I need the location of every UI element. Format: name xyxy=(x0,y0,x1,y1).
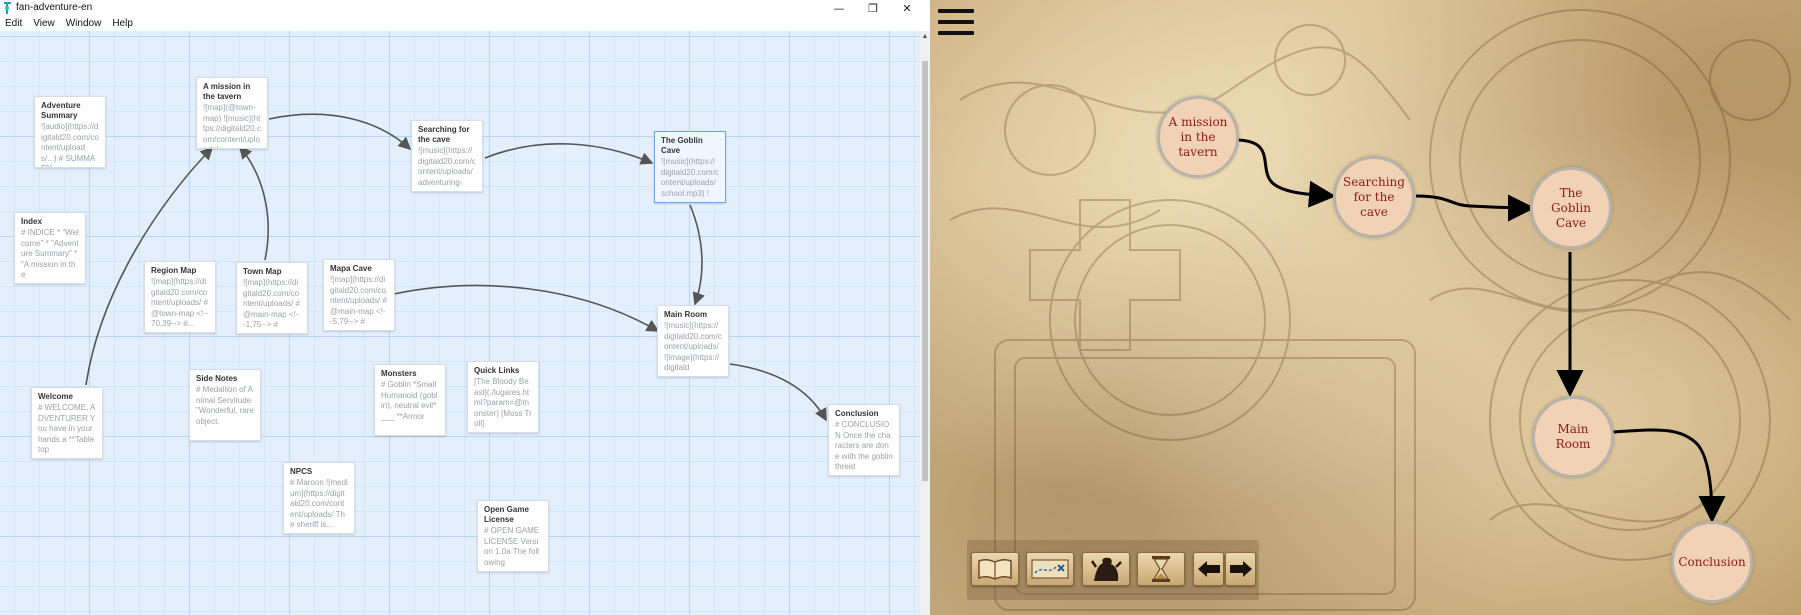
monster-button[interactable] xyxy=(1082,552,1130,586)
passage-card[interactable]: Monsters # Goblin *Small Humanoid (gobli… xyxy=(374,364,446,436)
scroll-thumb[interactable] xyxy=(922,61,928,481)
passage-excerpt: # INDICE * "Welcome" * "Adventure Summar… xyxy=(21,228,79,279)
scroll-up-icon[interactable]: ▲ xyxy=(920,31,930,43)
passage-card[interactable]: NPCS # Maroon ![medium](https://digitald… xyxy=(283,462,355,534)
passage-excerpt: ![map](https://digitald20.com/content/up… xyxy=(243,278,300,329)
passage-card[interactable]: Mapa Cave ![map](https://digitald20.com/… xyxy=(323,259,395,331)
passage-excerpt: ![music](https://digitald20.com/content/… xyxy=(664,321,722,372)
passage-card[interactable]: Region Map ![map](https://digitald20.com… xyxy=(144,261,216,333)
story-toolbar xyxy=(967,540,1259,600)
passage-card[interactable]: Town Map ![map](https://digitald20.com/c… xyxy=(236,262,308,334)
passage-title: A mission in the tavern xyxy=(203,82,251,101)
story-node-goblin-cave[interactable]: The Goblin Cave xyxy=(1530,167,1612,249)
passage-excerpt: ![map](@town-map) ![music](https://digit… xyxy=(203,103,261,148)
vertical-scrollbar[interactable]: ▲ xyxy=(920,31,930,615)
back-arrow-icon xyxy=(1197,561,1220,577)
story-editor-window: fan-adventure-en — ❐ ✕ Edit View Window … xyxy=(0,0,930,615)
passage-excerpt: ![map](https://digitald20.com/content/up… xyxy=(330,275,387,326)
story-node-tavern[interactable]: A mission in the tavern xyxy=(1157,96,1239,178)
book-button[interactable] xyxy=(971,552,1019,586)
passage-excerpt: ![music](https://digitald20.com/content/… xyxy=(661,157,719,198)
title-bar: fan-adventure-en — ❐ ✕ xyxy=(0,0,930,16)
app-logo-icon xyxy=(4,2,11,14)
monster-icon xyxy=(1090,557,1122,581)
passage-title: Town Map xyxy=(243,267,282,276)
passage-excerpt: # CONCLUSION Once the characters are don… xyxy=(835,420,893,471)
menu-bar: Edit View Window Help xyxy=(0,16,930,31)
passage-excerpt: ![map](https://digitald20.com/content/up… xyxy=(151,277,209,328)
hourglass-button[interactable] xyxy=(1137,552,1185,586)
passage-card[interactable]: Searching for the cave ![music](https://… xyxy=(411,120,483,192)
passage-title: Adventure Summary xyxy=(41,101,81,120)
passage-card[interactable]: Side Notes # Medallion of Animal Servitu… xyxy=(189,369,261,441)
passage-excerpt: # Goblin *Small Humanoid (goblin), neutr… xyxy=(381,380,438,421)
story-map-view: A mission in the tavern Searching for th… xyxy=(930,0,1801,615)
passage-title: Quick Links xyxy=(474,366,520,375)
passage-excerpt: ![audio](https://digitald20.com/content/… xyxy=(41,122,99,167)
minimize-button[interactable]: — xyxy=(822,0,856,16)
passage-title: Open Game License xyxy=(484,505,529,524)
book-icon xyxy=(978,558,1012,580)
menu-edit[interactable]: Edit xyxy=(0,16,28,31)
passage-excerpt: ![music](https://digitald20.com/content/… xyxy=(418,146,476,187)
maximize-button[interactable]: ❐ xyxy=(856,0,890,16)
passage-excerpt: # Medallion of Animal Servitude "Wonderf… xyxy=(196,385,254,426)
passage-excerpt: # Maroon ![medium](https://digitald20.co… xyxy=(290,478,348,529)
passage-title: Welcome xyxy=(38,392,73,401)
passage-excerpt: # WELCOME, ADVENTURER You have in your h… xyxy=(38,403,96,454)
story-map-links xyxy=(1234,138,1726,523)
passage-title: Mapa Cave xyxy=(330,264,372,273)
passage-card[interactable]: Welcome # WELCOME, ADVENTURER You have i… xyxy=(31,387,103,459)
menu-window[interactable]: Window xyxy=(61,16,108,31)
passage-title: Side Notes xyxy=(196,374,238,383)
passage-card[interactable]: Index # INDICE * "Welcome" * "Adventure … xyxy=(14,212,86,284)
forward-arrow-icon xyxy=(1229,561,1252,577)
map-icon xyxy=(1031,559,1069,579)
passage-card[interactable]: Open Game License # OPEN GAME LICENSE Ve… xyxy=(477,500,549,572)
passage-title: The Goblin Cave xyxy=(661,136,703,155)
hourglass-icon xyxy=(1152,556,1170,582)
close-button[interactable]: ✕ xyxy=(890,0,924,16)
passage-title: Searching for the cave xyxy=(418,125,470,144)
passage-title: Main Room xyxy=(664,310,708,319)
passage-title: Conclusion xyxy=(835,409,879,418)
passage-title: NPCS xyxy=(290,467,313,476)
menu-help[interactable]: Help xyxy=(107,16,139,31)
window-title: fan-adventure-en xyxy=(16,2,93,13)
map-button[interactable] xyxy=(1026,552,1074,586)
story-node-conclusion[interactable]: Conclusion xyxy=(1671,521,1753,603)
menu-view[interactable]: View xyxy=(28,16,61,31)
passage-card-selected[interactable]: The Goblin Cave ![music](https://digital… xyxy=(654,131,726,203)
passage-links xyxy=(85,113,827,422)
passage-title: Region Map xyxy=(151,266,197,275)
passage-card[interactable]: A mission in the tavern ![map](@town-map… xyxy=(196,77,268,149)
passage-card[interactable]: Main Room ![music](https://digitald20.co… xyxy=(657,305,729,377)
passage-card[interactable]: Adventure Summary ![audio](https://digit… xyxy=(34,96,106,168)
passage-title: Monsters xyxy=(381,369,417,378)
passage-title: Index xyxy=(21,217,42,226)
passage-excerpt: # OPEN GAME LICENSE Version 1.0a The fol… xyxy=(484,526,540,567)
passage-card[interactable]: Quick Links [The Bloody Beast](./lugares… xyxy=(467,361,539,433)
story-node-main-room[interactable]: Main Room xyxy=(1532,396,1614,478)
passage-excerpt: [The Bloody Beast](./lugares.html?param=… xyxy=(474,377,532,428)
story-map-canvas[interactable]: Adventure Summary ![audio](https://digit… xyxy=(0,31,920,615)
back-button[interactable] xyxy=(1193,552,1224,586)
forward-button[interactable] xyxy=(1225,552,1256,586)
passage-card[interactable]: Conclusion # CONCLUSION Once the charact… xyxy=(828,404,900,476)
story-node-searching[interactable]: Searching for the cave xyxy=(1333,156,1415,238)
